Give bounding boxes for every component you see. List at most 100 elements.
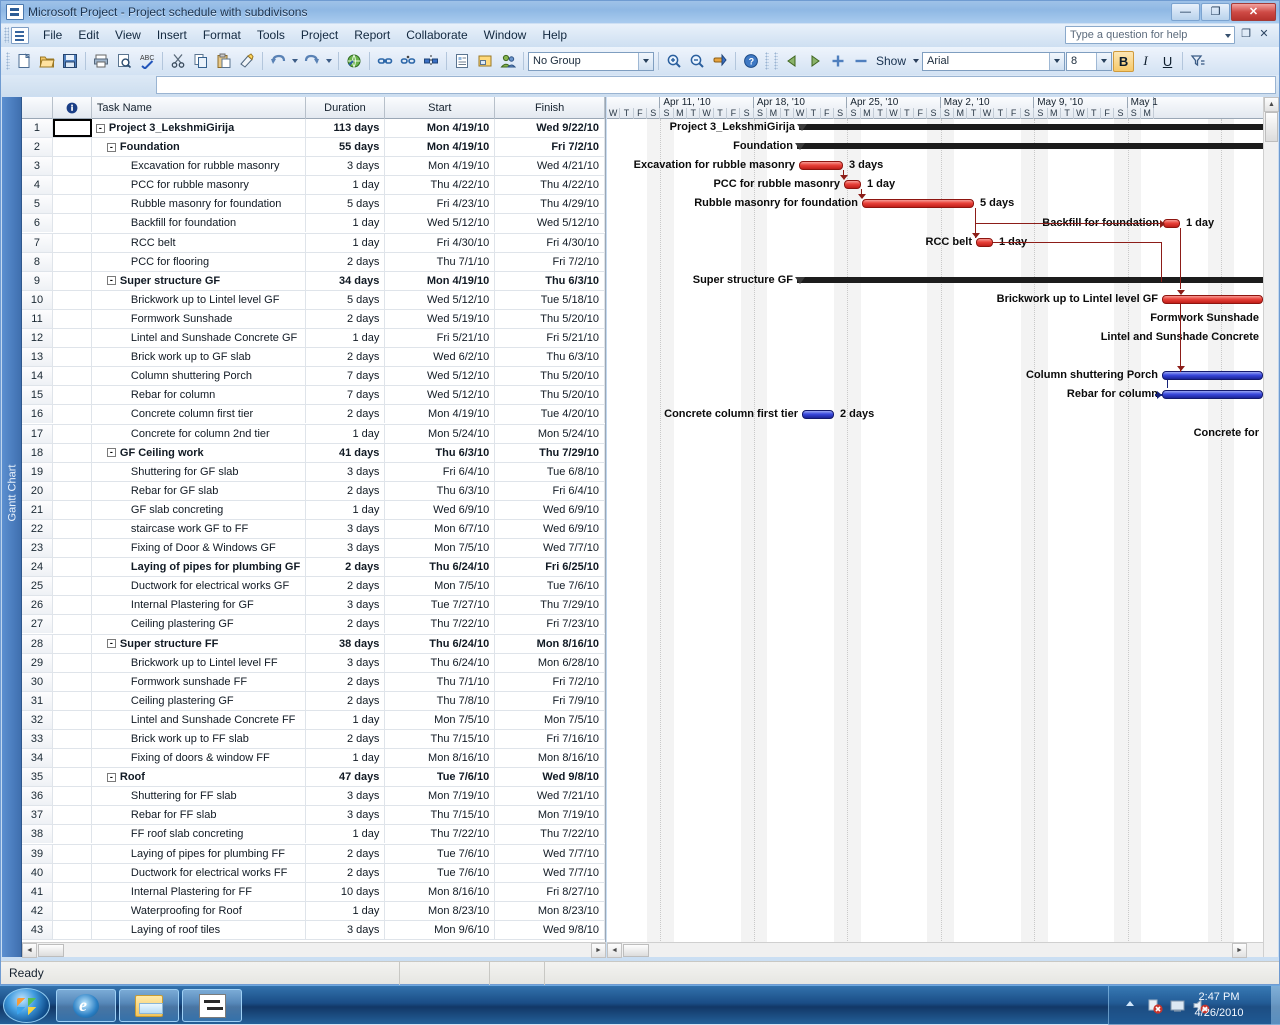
close-document-button[interactable]: ✕ — [1257, 28, 1271, 42]
start-cell[interactable]: Mon 4/19/10 — [385, 272, 495, 290]
row-id-cell[interactable]: 15 — [22, 386, 53, 404]
duration-cell[interactable]: 2 days — [306, 615, 386, 633]
finish-cell[interactable]: Wed 6/9/10 — [495, 520, 605, 538]
row-indicator-cell[interactable] — [53, 425, 92, 443]
start-cell[interactable]: Thu 7/15/10 — [385, 806, 495, 824]
task-name-cell[interactable]: Rubble masonry for foundation — [92, 195, 306, 213]
start-cell[interactable]: Wed 5/12/10 — [385, 367, 495, 385]
finish-cell[interactable]: Thu 7/29/10 — [495, 444, 605, 462]
format-painter-icon[interactable] — [236, 50, 258, 72]
duration-cell[interactable]: 3 days — [306, 806, 386, 824]
table-row[interactable]: 7RCC belt1 dayFri 4/30/10Fri 4/30/10 — [22, 234, 605, 253]
row-id-cell[interactable]: 32 — [22, 711, 53, 729]
print-preview-icon[interactable] — [113, 50, 135, 72]
task-name-cell[interactable]: Waterproofing for Roof — [92, 902, 306, 920]
table-row[interactable]: 17Concrete for column 2nd tier1 dayMon 5… — [22, 425, 605, 444]
finish-cell[interactable]: Wed 7/7/10 — [495, 864, 605, 882]
redo-dropdown-icon[interactable] — [324, 50, 334, 72]
row-id-cell[interactable]: 34 — [22, 749, 53, 767]
table-row[interactable]: 12Lintel and Sunshade Concrete GF1 dayFr… — [22, 329, 605, 348]
row-id-cell[interactable]: 16 — [22, 405, 53, 423]
finish-cell[interactable]: Fri 8/27/10 — [495, 883, 605, 901]
copy-icon[interactable] — [190, 50, 212, 72]
task-name-cell[interactable]: Shuttering for GF slab — [92, 463, 306, 481]
task-name-cell[interactable]: Ductwork for electrical works GF — [92, 577, 306, 595]
start-cell[interactable]: Mon 7/5/10 — [385, 577, 495, 595]
row-id-cell[interactable]: 7 — [22, 234, 53, 252]
row-id-cell[interactable]: 25 — [22, 577, 53, 595]
task-name-cell[interactable]: Lintel and Sunshade Concrete FF — [92, 711, 306, 729]
task-name-cell[interactable]: Rebar for GF slab — [92, 482, 306, 500]
task-name-cell[interactable]: -Super structure GF — [92, 272, 306, 290]
row-indicator-cell[interactable] — [53, 405, 92, 423]
task-bar[interactable] — [802, 410, 834, 419]
hyperlink-icon[interactable] — [343, 50, 365, 72]
row-id-cell[interactable]: 35 — [22, 768, 53, 786]
start-cell[interactable]: Wed 5/12/10 — [385, 214, 495, 232]
finish-cell[interactable]: Thu 5/20/10 — [495, 386, 605, 404]
finish-cell[interactable]: Mon 8/16/10 — [495, 749, 605, 767]
finish-cell[interactable]: Mon 8/23/10 — [495, 902, 605, 920]
duration-cell[interactable]: 1 day — [306, 902, 386, 920]
table-row[interactable]: 4PCC for rubble masonry1 dayThu 4/22/10T… — [22, 176, 605, 195]
spelling-icon[interactable]: ABC — [136, 50, 158, 72]
row-indicator-cell[interactable] — [53, 176, 92, 194]
duration-cell[interactable]: 5 days — [306, 195, 386, 213]
start-cell[interactable]: Thu 7/22/10 — [385, 825, 495, 843]
row-indicator-cell[interactable] — [53, 825, 92, 843]
duration-cell[interactable]: 5 days — [306, 291, 386, 309]
minimize-button[interactable]: — — [1171, 3, 1200, 21]
start-cell[interactable]: Fri 4/30/10 — [385, 234, 495, 252]
column-header-start[interactable]: Start — [385, 97, 495, 119]
duration-cell[interactable]: 2 days — [306, 577, 386, 595]
group-by-combo[interactable]: No Group — [528, 52, 654, 71]
table-row[interactable]: 38FF roof slab concreting1 dayThu 7/22/1… — [22, 825, 605, 844]
task-information-icon[interactable] — [451, 50, 473, 72]
scroll-left-arrow[interactable]: ◄ — [22, 943, 37, 958]
start-cell[interactable]: Mon 7/5/10 — [385, 711, 495, 729]
row-indicator-cell[interactable] — [53, 806, 92, 824]
start-cell[interactable]: Thu 6/24/10 — [385, 635, 495, 653]
table-row[interactable]: 29Brickwork up to Lintel level FF3 daysT… — [22, 654, 605, 673]
row-indicator-cell[interactable] — [53, 234, 92, 252]
summary-bar[interactable] — [797, 143, 1263, 149]
table-row[interactable]: 35-Roof47 daysTue 7/6/10Wed 9/8/10 — [22, 768, 605, 787]
scroll-up-arrow[interactable]: ▲ — [1264, 97, 1279, 112]
duration-cell[interactable]: 7 days — [306, 367, 386, 385]
finish-cell[interactable]: Fri 7/2/10 — [495, 253, 605, 271]
row-id-cell[interactable]: 11 — [22, 310, 53, 328]
task-name-cell[interactable]: Rebar for FF slab — [92, 806, 306, 824]
row-id-cell[interactable]: 18 — [22, 444, 53, 462]
link-tasks-icon[interactable] — [374, 50, 396, 72]
column-header-id[interactable] — [22, 97, 53, 119]
row-indicator-cell[interactable] — [53, 367, 92, 385]
chevron-down-icon[interactable] — [638, 53, 653, 70]
finish-cell[interactable]: Tue 6/8/10 — [495, 463, 605, 481]
toolbar-grip[interactable] — [765, 52, 769, 70]
menu-help[interactable]: Help — [534, 25, 575, 45]
row-id-cell[interactable]: 14 — [22, 367, 53, 385]
row-id-cell[interactable]: 30 — [22, 673, 53, 691]
row-indicator-cell[interactable] — [53, 615, 92, 633]
row-id-cell[interactable]: 12 — [22, 329, 53, 347]
new-icon[interactable] — [13, 50, 35, 72]
critical-task-bar[interactable] — [1162, 295, 1263, 304]
menu-edit[interactable]: Edit — [70, 25, 107, 45]
duration-cell[interactable]: 3 days — [306, 520, 386, 538]
duration-cell[interactable]: 38 days — [306, 635, 386, 653]
taskbar-item-windows-explorer[interactable] — [119, 989, 179, 1022]
critical-task-bar[interactable] — [799, 161, 843, 170]
start-cell[interactable]: Mon 4/19/10 — [385, 119, 495, 137]
table-row[interactable]: 34Fixing of doors & window FF1 dayMon 8/… — [22, 749, 605, 768]
bold-button[interactable]: B — [1113, 51, 1134, 72]
formatting-toolbar-grip[interactable] — [774, 52, 778, 70]
start-cell[interactable]: Mon 8/23/10 — [385, 902, 495, 920]
table-row[interactable]: 5Rubble masonry for foundation5 daysFri … — [22, 195, 605, 214]
cut-icon[interactable] — [167, 50, 189, 72]
task-name-cell[interactable]: Excavation for rubble masonry — [92, 157, 306, 175]
start-cell[interactable]: Thu 6/3/10 — [385, 482, 495, 500]
menu-project[interactable]: Project — [293, 25, 346, 45]
start-cell[interactable]: Thu 7/15/10 — [385, 730, 495, 748]
outline-collapse-icon[interactable]: - — [96, 124, 105, 133]
task-name-cell[interactable]: PCC for flooring — [92, 253, 306, 271]
